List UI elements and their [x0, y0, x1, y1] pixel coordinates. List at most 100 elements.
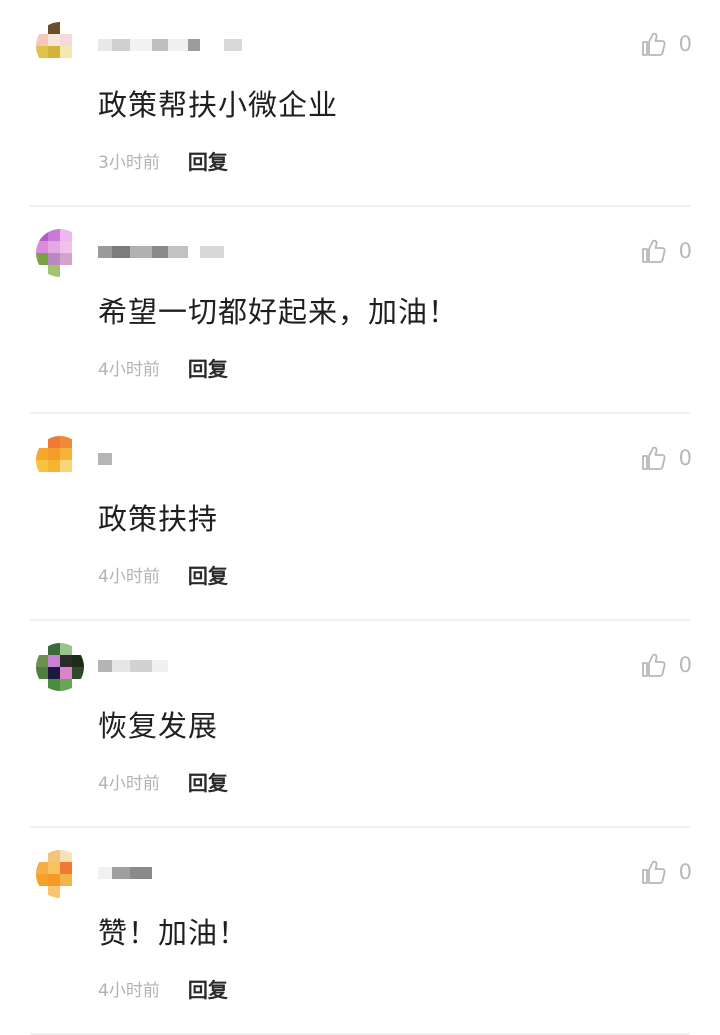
- comment-time: 4小时前: [98, 567, 160, 587]
- avatar-pixel: [48, 241, 60, 253]
- username-blur-block: [130, 246, 152, 258]
- comment-item: 政策帮扶小微企业 3小时前 回复 0: [0, 0, 720, 207]
- reply-button[interactable]: 回复: [188, 353, 228, 382]
- avatar-pixel: [36, 448, 48, 460]
- avatar-pixel: [48, 643, 60, 655]
- avatar-pixel: [72, 58, 84, 70]
- avatar-pixel: [36, 460, 48, 472]
- username-blurred[interactable]: [98, 448, 112, 470]
- avatar-pixel: [48, 862, 60, 874]
- avatar-pixel: [72, 460, 84, 472]
- avatar-pixel: [60, 643, 72, 655]
- avatar-pixel: [72, 472, 84, 484]
- username-blurred[interactable]: [98, 241, 224, 263]
- avatar-pixel: [36, 886, 48, 898]
- username-blur-block: [224, 39, 242, 51]
- like-button[interactable]: 0: [639, 651, 692, 679]
- avatar-pixel: [60, 874, 72, 886]
- avatar[interactable]: [36, 436, 84, 484]
- username-blurred[interactable]: [98, 34, 242, 56]
- username-blur-block: [188, 39, 200, 51]
- avatar[interactable]: [36, 229, 84, 277]
- avatar-pixel: [48, 850, 60, 862]
- comment-item: 政策扶持 4小时前 回复 0: [0, 414, 720, 621]
- username-blur-block: [152, 246, 168, 258]
- avatar-pixel: [48, 22, 60, 34]
- avatar-pixel: [60, 850, 72, 862]
- avatar-pixel: [60, 667, 72, 679]
- avatar-pixel: [72, 22, 84, 34]
- avatar-pixel: [72, 850, 84, 862]
- avatar-pixel: [48, 886, 60, 898]
- comment-meta: 4小时前 回复: [98, 974, 228, 1003]
- username-blurred[interactable]: [98, 862, 152, 884]
- username-blurred[interactable]: [98, 655, 168, 677]
- username-blur-block: [130, 660, 152, 672]
- reply-button[interactable]: 回复: [188, 146, 228, 175]
- avatar-pixel: [48, 58, 60, 70]
- username-blur-block: [200, 39, 224, 51]
- comment-text: 希望一切都好起来，加油！: [98, 295, 459, 329]
- thumbs-up-icon: [641, 446, 666, 470]
- like-button[interactable]: 0: [639, 858, 692, 886]
- avatar[interactable]: [36, 643, 84, 691]
- avatar[interactable]: [36, 22, 84, 70]
- username-blur-block: [98, 660, 112, 672]
- avatar-pixel: [36, 46, 48, 58]
- avatar-pixel: [36, 22, 48, 34]
- avatar-pixel: [36, 58, 48, 70]
- avatar-pixel: [48, 460, 60, 472]
- like-count: 0: [678, 860, 692, 884]
- avatar-pixel: [48, 655, 60, 667]
- avatar-pixel: [36, 472, 48, 484]
- comment-text: 恢复发展: [98, 709, 219, 743]
- comment-meta: 4小时前 回复: [98, 353, 228, 382]
- avatar-pixel: [60, 241, 72, 253]
- comment-time: 4小时前: [98, 360, 160, 380]
- username-blur-block: [112, 246, 130, 258]
- like-button[interactable]: 0: [639, 444, 692, 472]
- username-blur-block: [152, 660, 168, 672]
- avatar-pixel: [72, 874, 84, 886]
- avatar-pixel: [36, 862, 48, 874]
- avatar[interactable]: [36, 850, 84, 898]
- avatar-pixel: [36, 667, 48, 679]
- like-count: 0: [678, 446, 692, 470]
- avatar-pixel: [60, 46, 72, 58]
- username-blur-block: [168, 246, 188, 258]
- avatar-pixel: [60, 253, 72, 265]
- avatar-pixel: [48, 667, 60, 679]
- avatar-pixel: [72, 862, 84, 874]
- avatar-pixel: [60, 655, 72, 667]
- username-blur-block: [112, 867, 130, 879]
- avatar-pixel: [72, 253, 84, 265]
- avatar-pixel: [72, 46, 84, 58]
- avatar-pixel: [36, 241, 48, 253]
- avatar-pixel: [36, 34, 48, 46]
- username-blur-block: [112, 39, 130, 51]
- avatar-pixel: [72, 667, 84, 679]
- avatar-pixel: [60, 862, 72, 874]
- avatar-pixel: [60, 34, 72, 46]
- username-blur-block: [98, 39, 112, 51]
- avatar-pixel: [60, 265, 72, 277]
- comment-meta: 4小时前 回复: [98, 767, 228, 796]
- avatar-pixel: [60, 460, 72, 472]
- avatar-pixel: [36, 436, 48, 448]
- reply-button[interactable]: 回复: [188, 974, 228, 1003]
- avatar-pixel: [48, 253, 60, 265]
- avatar-pixel: [48, 34, 60, 46]
- comment-time: 3小时前: [98, 153, 160, 173]
- comment-time: 4小时前: [98, 774, 160, 794]
- like-count: 0: [678, 32, 692, 56]
- comment-time: 4小时前: [98, 981, 160, 1001]
- reply-button[interactable]: 回复: [188, 767, 228, 796]
- like-button[interactable]: 0: [639, 237, 692, 265]
- username-blur-block: [152, 39, 168, 51]
- username-blur-block: [188, 246, 200, 258]
- like-button[interactable]: 0: [639, 30, 692, 58]
- avatar-pixel: [36, 643, 48, 655]
- reply-button[interactable]: 回复: [188, 560, 228, 589]
- avatar-pixel: [72, 34, 84, 46]
- thumbs-up-icon: [641, 860, 666, 884]
